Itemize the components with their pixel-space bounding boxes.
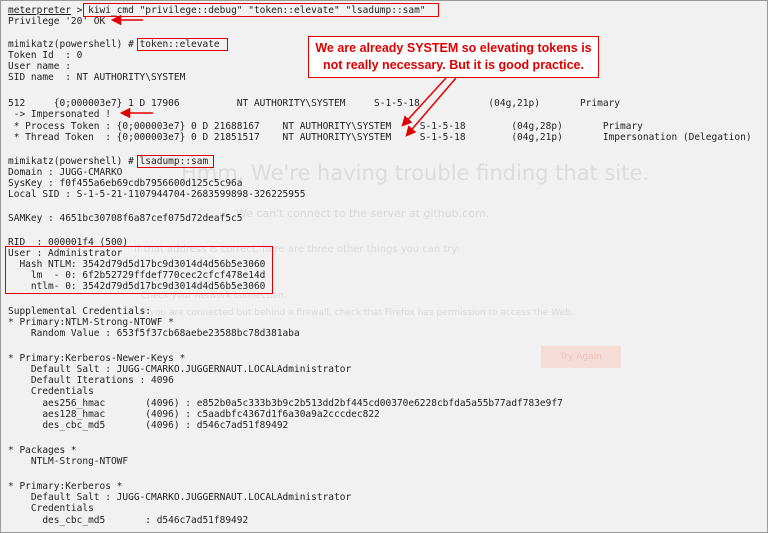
arrow-to-process-token [401, 77, 447, 127]
screenshot-frame: Hmm. We're having trouble finding that s… [0, 0, 768, 533]
arrow-to-thread-token [405, 77, 457, 137]
annotation-arrows [110, 14, 457, 137]
